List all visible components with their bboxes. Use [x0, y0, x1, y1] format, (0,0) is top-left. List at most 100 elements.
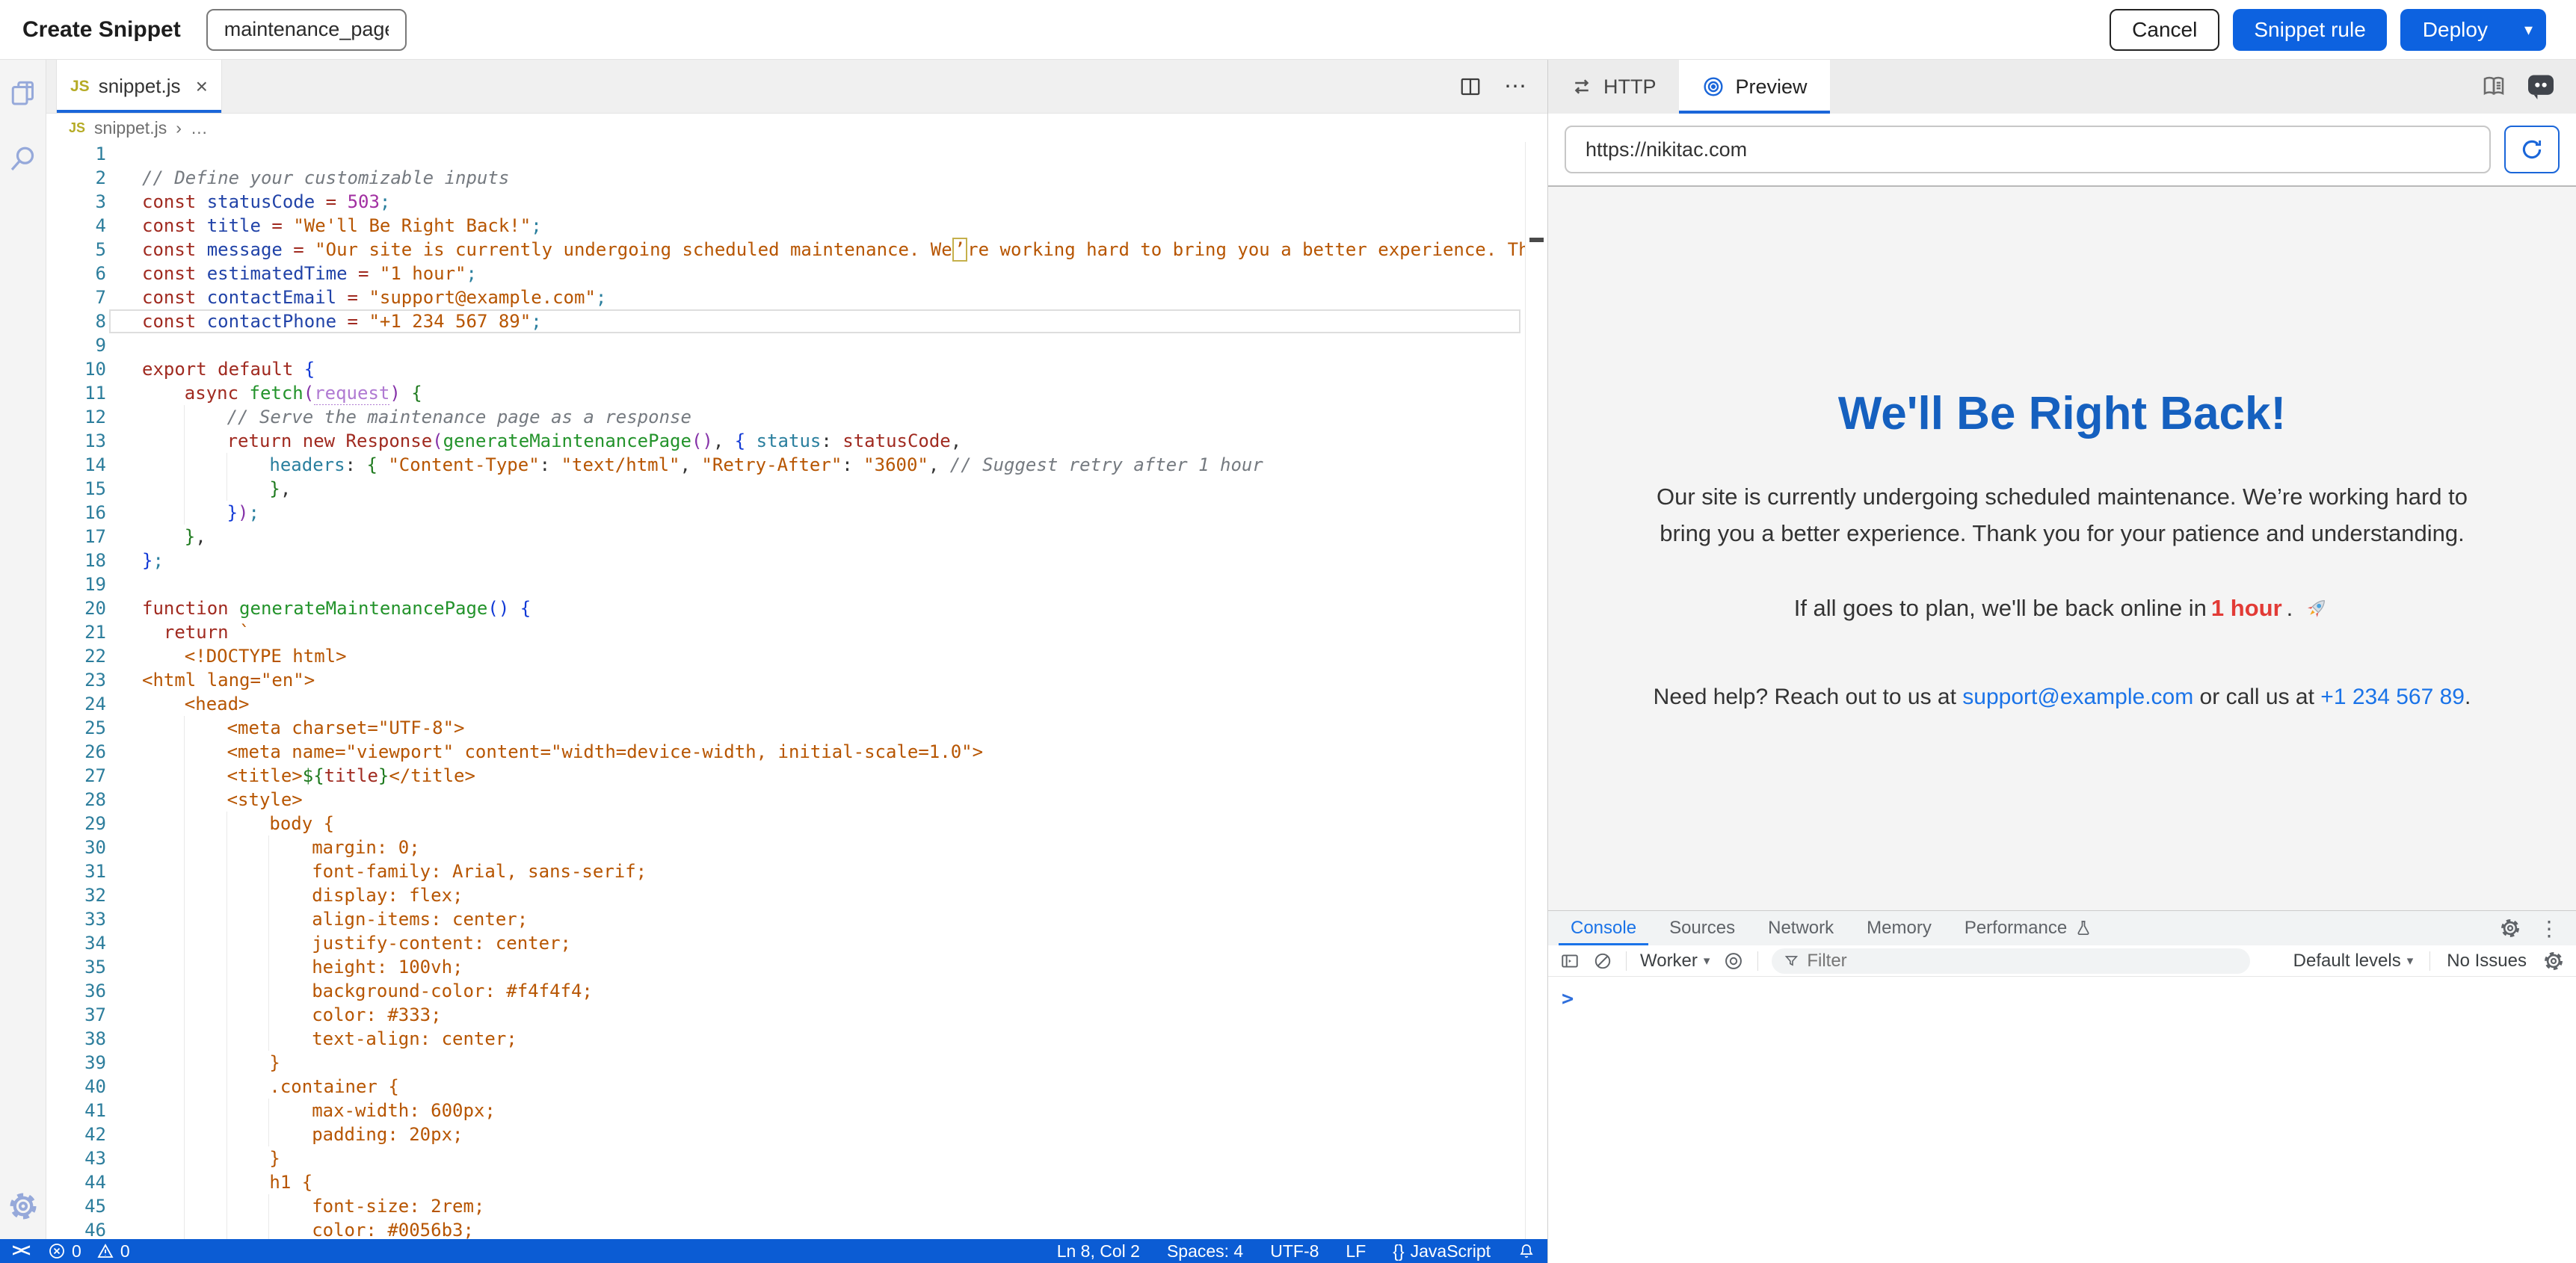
split-editor-icon[interactable]: [1459, 75, 1482, 98]
issues-counter[interactable]: No Issues: [2447, 951, 2527, 972]
remote-icon[interactable]: ><: [12, 1241, 28, 1262]
breadcrumb-more[interactable]: …: [191, 118, 208, 138]
problems-indicator[interactable]: 0 0: [48, 1241, 130, 1262]
code-line-21[interactable]: 21 return `: [46, 620, 1547, 644]
code-line-42[interactable]: 42 padding: 20px;: [46, 1123, 1547, 1146]
settings-gear-icon[interactable]: [8, 1191, 38, 1221]
indentation[interactable]: Spaces: 4: [1167, 1241, 1243, 1262]
devtools-tab-sources[interactable]: Sources: [1653, 911, 1751, 945]
code-line-17[interactable]: 17 },: [46, 525, 1547, 549]
support-email-link[interactable]: support@example.com: [1962, 685, 2193, 709]
discord-icon[interactable]: [2527, 74, 2555, 99]
code-line-1[interactable]: 1: [46, 142, 1547, 166]
tab-preview[interactable]: Preview: [1679, 60, 1830, 114]
code-line-32[interactable]: 32 display: flex;: [46, 883, 1547, 907]
code-editor[interactable]: 12// Define your customizable inputs3con…: [46, 142, 1547, 1239]
default-levels-dropdown[interactable]: Default levels▾: [2293, 951, 2414, 972]
code-line-31[interactable]: 31 font-family: Arial, sans-serif;: [46, 859, 1547, 883]
bell-icon[interactable]: [1517, 1242, 1535, 1260]
code-line-4[interactable]: 4const title = "We'll Be Right Back!";: [46, 214, 1547, 238]
refresh-button[interactable]: [2504, 126, 2560, 173]
tab-http[interactable]: HTTP: [1548, 60, 1679, 114]
code-line-34[interactable]: 34 justify-content: center;: [46, 931, 1547, 955]
search-icon[interactable]: [8, 143, 38, 173]
code-line-24[interactable]: 24 <head>: [46, 692, 1547, 716]
code-line-25[interactable]: 25 <meta charset="UTF-8">: [46, 716, 1547, 740]
devtools-tab-network[interactable]: Network: [1751, 911, 1850, 945]
close-tab-icon[interactable]: ×: [196, 75, 208, 99]
code-line-39[interactable]: 39 }: [46, 1051, 1547, 1075]
code-line-40[interactable]: 40 .container {: [46, 1075, 1547, 1099]
docs-book-icon[interactable]: [2480, 73, 2507, 100]
topbar: Create Snippet Cancel Snippet rule Deplo…: [0, 0, 2576, 60]
support-phone-link[interactable]: +1 234 567 89: [2320, 685, 2465, 709]
code-line-23[interactable]: 23<html lang="en">: [46, 668, 1547, 692]
code-line-38[interactable]: 38 text-align: center;: [46, 1027, 1547, 1051]
code-line-41[interactable]: 41 max-width: 600px;: [46, 1099, 1547, 1123]
deploy-button[interactable]: Deploy: [2400, 18, 2510, 42]
breadcrumb[interactable]: JS snippet.js › …: [46, 114, 1547, 142]
preview-url-input[interactable]: [1565, 126, 2491, 173]
code-line-28[interactable]: 28 <style>: [46, 788, 1547, 812]
devtools-kebab-icon[interactable]: ⋮: [2539, 916, 2560, 941]
line-number: 18: [46, 549, 142, 572]
cancel-button[interactable]: Cancel: [2110, 9, 2219, 51]
code-line-44[interactable]: 44 h1 {: [46, 1170, 1547, 1194]
code-line-9[interactable]: 9: [46, 333, 1547, 357]
code-line-22[interactable]: 22 <!DOCTYPE html>: [46, 644, 1547, 668]
code-line-12[interactable]: 12 // Serve the maintenance page as a re…: [46, 405, 1547, 429]
code-line-16[interactable]: 16 });: [46, 501, 1547, 525]
code-line-10[interactable]: 10export default {: [46, 357, 1547, 381]
devtools-tab-console[interactable]: Console: [1554, 911, 1653, 945]
code-line-43[interactable]: 43 }: [46, 1146, 1547, 1170]
code-line-46[interactable]: 46 color: #0056b3;: [46, 1218, 1547, 1239]
code-line-30[interactable]: 30 margin: 0;: [46, 836, 1547, 859]
code-line-2[interactable]: 2// Define your customizable inputs: [46, 166, 1547, 190]
more-actions-icon[interactable]: ⋯: [1504, 73, 1528, 99]
snippet-rule-button[interactable]: Snippet rule: [2233, 9, 2386, 51]
line-number: 17: [46, 525, 142, 549]
devtools-settings-gear-icon[interactable]: [2500, 918, 2521, 939]
code-line-29[interactable]: 29 body {: [46, 812, 1547, 836]
code-line-35[interactable]: 35 height: 100vh;: [46, 955, 1547, 979]
code-line-36[interactable]: 36 background-color: #f4f4f4;: [46, 979, 1547, 1003]
language-mode[interactable]: {} JavaScript: [1393, 1241, 1491, 1262]
devtools-tab-memory[interactable]: Memory: [1850, 911, 1948, 945]
code-line-18[interactable]: 18};: [46, 549, 1547, 572]
code-line-3[interactable]: 3const statusCode = 503;: [46, 190, 1547, 214]
code-line-37[interactable]: 37 color: #333;: [46, 1003, 1547, 1027]
code-line-27[interactable]: 27 <title>${title}</title>: [46, 764, 1547, 788]
snippet-name-input[interactable]: [206, 9, 407, 51]
breadcrumb-file[interactable]: snippet.js: [94, 118, 167, 138]
code-line-6[interactable]: 6const estimatedTime = "1 hour";: [46, 262, 1547, 285]
code-line-13[interactable]: 13 return new Response(generateMaintenan…: [46, 429, 1547, 453]
tab-snippet-js[interactable]: JS snippet.js ×: [56, 60, 222, 113]
console-prompt[interactable]: >: [1562, 987, 1574, 1010]
cursor-position[interactable]: Ln 8, Col 2: [1057, 1241, 1140, 1262]
code-line-45[interactable]: 45 font-size: 2rem;: [46, 1194, 1547, 1218]
deploy-caret-button[interactable]: ▾: [2511, 20, 2546, 40]
code-line-11[interactable]: 11 async fetch(request) {: [46, 381, 1547, 405]
clear-console-icon[interactable]: [1593, 951, 1612, 971]
code-line-7[interactable]: 7const contactEmail = "support@example.c…: [46, 285, 1547, 309]
context-selector[interactable]: Worker▾: [1640, 951, 1710, 972]
code-line-33[interactable]: 33 align-items: center;: [46, 907, 1547, 931]
code-line-19[interactable]: 19: [46, 572, 1547, 596]
panel-toggle-icon[interactable]: [1560, 951, 1580, 971]
watch-eye-icon[interactable]: [1723, 951, 1744, 972]
editor-scrollbar[interactable]: [1525, 142, 1547, 1239]
console-settings-gear-icon[interactable]: [2543, 951, 2564, 972]
filter-input[interactable]: [1807, 951, 2238, 972]
files-icon[interactable]: [8, 78, 38, 108]
eol-sequence[interactable]: LF: [1346, 1241, 1366, 1262]
code-line-14[interactable]: 14 headers: { "Content-Type": "text/html…: [46, 453, 1547, 477]
code-line-20[interactable]: 20function generateMaintenancePage() {: [46, 596, 1547, 620]
devtools-tab-performance[interactable]: Performance: [1948, 911, 2109, 945]
code-line-8[interactable]: 8const contactPhone = "+1 234 567 89";: [46, 309, 1547, 333]
code-line-15[interactable]: 15 },: [46, 477, 1547, 501]
code-line-5[interactable]: 5const message = "Our site is currently …: [46, 238, 1547, 262]
code-line-26[interactable]: 26 <meta name="viewport" content="width=…: [46, 740, 1547, 764]
encoding[interactable]: UTF-8: [1270, 1241, 1319, 1262]
console-filter[interactable]: [1772, 948, 2250, 974]
console-output[interactable]: >: [1548, 977, 2576, 1263]
